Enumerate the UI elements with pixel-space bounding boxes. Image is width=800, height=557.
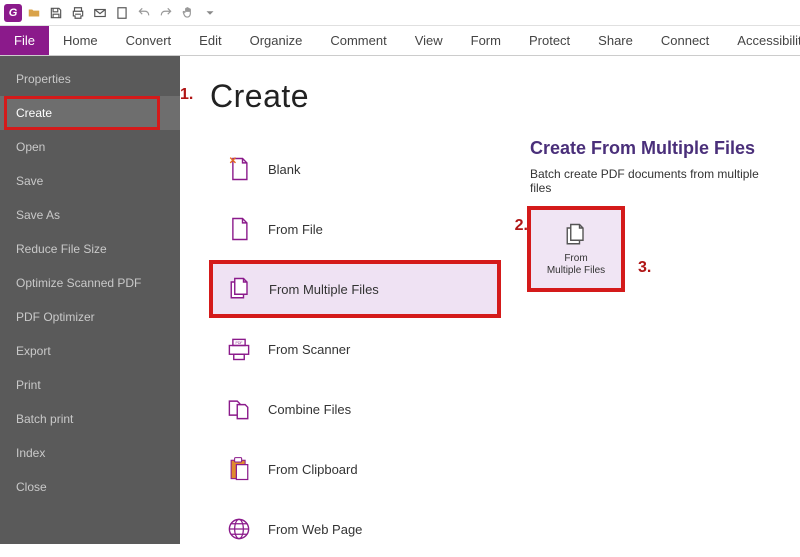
sidebar-item-close[interactable]: Close — [0, 470, 180, 504]
tab-form[interactable]: Form — [457, 26, 515, 55]
option-label: From Multiple Files — [269, 282, 379, 297]
tile-label: FromMultiple Files — [547, 253, 605, 277]
save-icon[interactable] — [46, 3, 66, 23]
option-from-clipboard[interactable]: From Clipboard — [210, 441, 500, 497]
print-icon[interactable] — [68, 3, 88, 23]
main-area: Properties Create Open Save Save As Redu… — [0, 56, 800, 544]
tab-convert[interactable]: Convert — [112, 26, 186, 55]
from-multiple-files-button[interactable]: FromMultiple Files — [530, 209, 622, 289]
tab-comment[interactable]: Comment — [316, 26, 400, 55]
ribbon-tabs: File Home Convert Edit Organize Comment … — [0, 26, 800, 56]
svg-text:PDF: PDF — [236, 341, 243, 345]
sidebar-item-pdf-optimizer[interactable]: PDF Optimizer — [0, 300, 180, 334]
file-icon — [224, 214, 254, 244]
sidebar-item-save-as[interactable]: Save As — [0, 198, 180, 232]
sidebar-item-optimize-scanned[interactable]: Optimize Scanned PDF — [0, 266, 180, 300]
open-folder-icon[interactable] — [24, 3, 44, 23]
tab-edit[interactable]: Edit — [185, 26, 235, 55]
sidebar-item-label: Create — [16, 106, 52, 120]
sidebar-item-batch-print[interactable]: Batch print — [0, 402, 180, 436]
option-label: From File — [268, 222, 323, 237]
option-from-scanner[interactable]: PDF From Scanner — [210, 321, 500, 377]
option-label: From Scanner — [268, 342, 350, 357]
option-label: Combine Files — [268, 402, 351, 417]
sidebar-item-create[interactable]: Create — [0, 96, 180, 130]
option-from-multiple-files[interactable]: From Multiple Files — [210, 261, 500, 317]
annotation-1: 1. — [180, 86, 193, 104]
panel-description: Batch create PDF documents from multiple… — [530, 167, 770, 195]
tab-organize[interactable]: Organize — [236, 26, 317, 55]
option-label: Blank — [268, 162, 301, 177]
content-area: 1. Create Blank From File 2. From Multip… — [180, 56, 800, 544]
option-blank[interactable]: Blank — [210, 141, 500, 197]
sidebar-item-index[interactable]: Index — [0, 436, 180, 470]
detail-panel: Create From Multiple Files Batch create … — [530, 78, 770, 522]
tab-share[interactable]: Share — [584, 26, 647, 55]
page-title: Create — [210, 78, 500, 115]
panel-title: Create From Multiple Files — [530, 138, 770, 159]
tab-view[interactable]: View — [401, 26, 457, 55]
create-column: Create Blank From File 2. From Multiple … — [210, 78, 500, 522]
new-doc-icon[interactable] — [112, 3, 132, 23]
clipboard-icon — [224, 454, 254, 484]
tab-accessibility[interactable]: Accessibility — [723, 26, 800, 55]
option-label: From Clipboard — [268, 462, 358, 477]
multiple-files-icon — [562, 221, 590, 249]
option-label: From Web Page — [268, 522, 362, 537]
tab-home[interactable]: Home — [49, 26, 112, 55]
quick-access-toolbar: G — [0, 0, 800, 26]
annotation-3: 3. — [638, 259, 651, 277]
sidebar-item-save[interactable]: Save — [0, 164, 180, 198]
multiple-files-icon — [225, 274, 255, 304]
tab-protect[interactable]: Protect — [515, 26, 584, 55]
globe-icon — [224, 514, 254, 544]
redo-icon[interactable] — [156, 3, 176, 23]
blank-page-icon — [224, 154, 254, 184]
combine-files-icon — [224, 394, 254, 424]
annotation-box-3 — [527, 206, 625, 292]
sidebar-item-open[interactable]: Open — [0, 130, 180, 164]
tab-file[interactable]: File — [0, 26, 49, 55]
app-icon: G — [4, 4, 22, 22]
sidebar-item-export[interactable]: Export — [0, 334, 180, 368]
file-menu-sidebar: Properties Create Open Save Save As Redu… — [0, 56, 180, 544]
scanner-icon: PDF — [224, 334, 254, 364]
email-icon[interactable] — [90, 3, 110, 23]
tab-connect[interactable]: Connect — [647, 26, 723, 55]
qat-dropdown-icon[interactable] — [200, 3, 220, 23]
option-from-web-page[interactable]: From Web Page — [210, 501, 500, 557]
sidebar-item-print[interactable]: Print — [0, 368, 180, 402]
create-options-list: Blank From File 2. From Multiple Files P… — [210, 141, 500, 557]
undo-icon[interactable] — [134, 3, 154, 23]
hand-tool-icon[interactable] — [178, 3, 198, 23]
option-combine-files[interactable]: Combine Files — [210, 381, 500, 437]
sidebar-item-reduce-file-size[interactable]: Reduce File Size — [0, 232, 180, 266]
sidebar-item-properties[interactable]: Properties — [0, 62, 180, 96]
option-from-file[interactable]: From File 2. — [210, 201, 500, 257]
annotation-2: 2. — [515, 217, 528, 235]
